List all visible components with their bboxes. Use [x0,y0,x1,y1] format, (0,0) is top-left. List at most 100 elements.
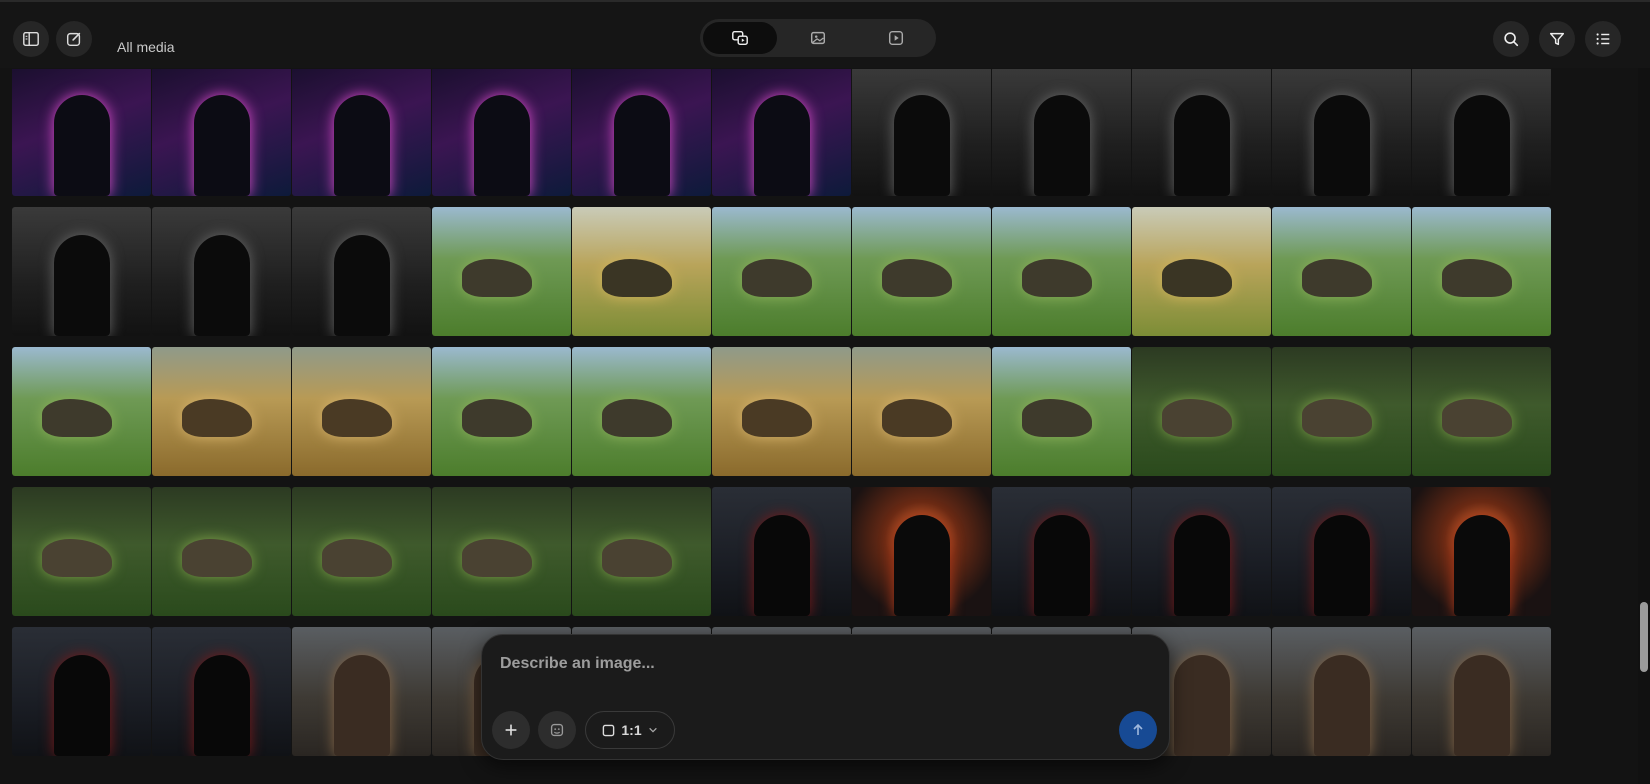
new-chat-button[interactable] [56,21,92,57]
tile-subject [894,515,950,616]
tile-subject [182,399,252,437]
media-tile[interactable] [852,69,991,196]
filter-button[interactable] [1539,21,1575,57]
tile-subject [1022,259,1092,297]
tile-subject [882,259,952,297]
tile-subject [742,399,812,437]
video-icon [888,30,904,46]
top-bar: All media [0,0,1650,68]
media-tile[interactable] [1132,207,1271,336]
search-button[interactable] [1493,21,1529,57]
media-tile[interactable] [152,487,291,616]
media-tile[interactable] [1412,207,1551,336]
send-button[interactable] [1119,711,1157,749]
media-tile[interactable] [432,487,571,616]
media-tile[interactable] [1132,347,1271,476]
image-icon [810,31,826,45]
list-view-button[interactable] [1585,21,1621,57]
media-tile[interactable] [1412,69,1551,196]
tile-subject [754,515,810,616]
square-icon [603,724,615,736]
media-tile[interactable] [292,347,431,476]
chevron-down-icon [648,727,657,733]
media-tile[interactable] [712,207,851,336]
media-tile[interactable] [1272,207,1411,336]
media-tile[interactable] [292,487,431,616]
search-icon [1504,32,1519,47]
media-tile[interactable] [1132,69,1271,196]
scrollbar-thumb[interactable] [1640,602,1648,672]
media-tile[interactable] [992,69,1131,196]
media-tile[interactable] [152,207,291,336]
tile-subject [474,95,530,196]
media-tile[interactable] [992,487,1131,616]
media-tile[interactable] [572,487,711,616]
tile-subject [1454,655,1510,756]
media-tile[interactable] [572,347,711,476]
arrow-up-icon [1133,723,1143,735]
media-tile[interactable] [432,69,571,196]
media-type-switcher [700,19,936,57]
tile-subject [462,539,532,577]
tile-subject [1454,95,1510,196]
tile-subject [1454,515,1510,616]
media-tile[interactable] [152,347,291,476]
tab-images[interactable] [781,22,855,54]
media-tile[interactable] [992,207,1131,336]
media-tile[interactable] [1272,69,1411,196]
tile-subject [194,95,250,196]
tile-subject [42,539,112,577]
prompt-input[interactable]: Describe an image... [500,655,655,673]
add-button[interactable] [492,711,530,749]
media-tile[interactable] [292,627,431,756]
media-tile[interactable] [852,487,991,616]
media-tile[interactable] [12,207,151,336]
list-icon [1596,33,1610,45]
tile-subject [1314,515,1370,616]
tile-subject [1174,515,1230,616]
media-tile[interactable] [12,627,151,756]
tile-subject [462,259,532,297]
media-tile[interactable] [712,487,851,616]
media-tile[interactable] [292,69,431,196]
media-tile[interactable] [1272,627,1411,756]
media-tile[interactable] [292,207,431,336]
scrollbar[interactable] [1638,68,1650,784]
media-tile[interactable] [572,207,711,336]
media-tile[interactable] [1412,487,1551,616]
media-tile[interactable] [1412,627,1551,756]
media-tile[interactable] [12,347,151,476]
media-tile[interactable] [1272,487,1411,616]
media-tile[interactable] [852,207,991,336]
tile-subject [322,399,392,437]
media-tile[interactable] [1132,487,1271,616]
tile-subject [54,655,110,756]
media-tile[interactable] [12,487,151,616]
tile-subject [1162,259,1232,297]
tile-subject [602,399,672,437]
media-tile[interactable] [992,347,1131,476]
tab-videos[interactable] [859,22,933,54]
media-tile[interactable] [152,69,291,196]
media-tile[interactable] [1412,347,1551,476]
media-tile[interactable] [12,69,151,196]
tile-subject [1442,399,1512,437]
tile-subject [894,95,950,196]
media-tile[interactable] [712,69,851,196]
tile-subject [1302,259,1372,297]
media-tile[interactable] [712,347,851,476]
media-tile[interactable] [1272,347,1411,476]
style-reference-button[interactable] [538,711,576,749]
tab-all-media[interactable] [703,22,777,54]
tile-subject [1442,259,1512,297]
edit-icon [66,32,81,47]
media-tile[interactable] [572,69,711,196]
media-tile[interactable] [432,207,571,336]
media-tile[interactable] [432,347,571,476]
aspect-ratio-selector[interactable]: 1:1 [585,711,675,749]
tile-subject [1174,95,1230,196]
media-tile[interactable] [852,347,991,476]
sidebar-toggle-button[interactable] [13,21,49,57]
tile-subject [882,399,952,437]
media-tile[interactable] [152,627,291,756]
